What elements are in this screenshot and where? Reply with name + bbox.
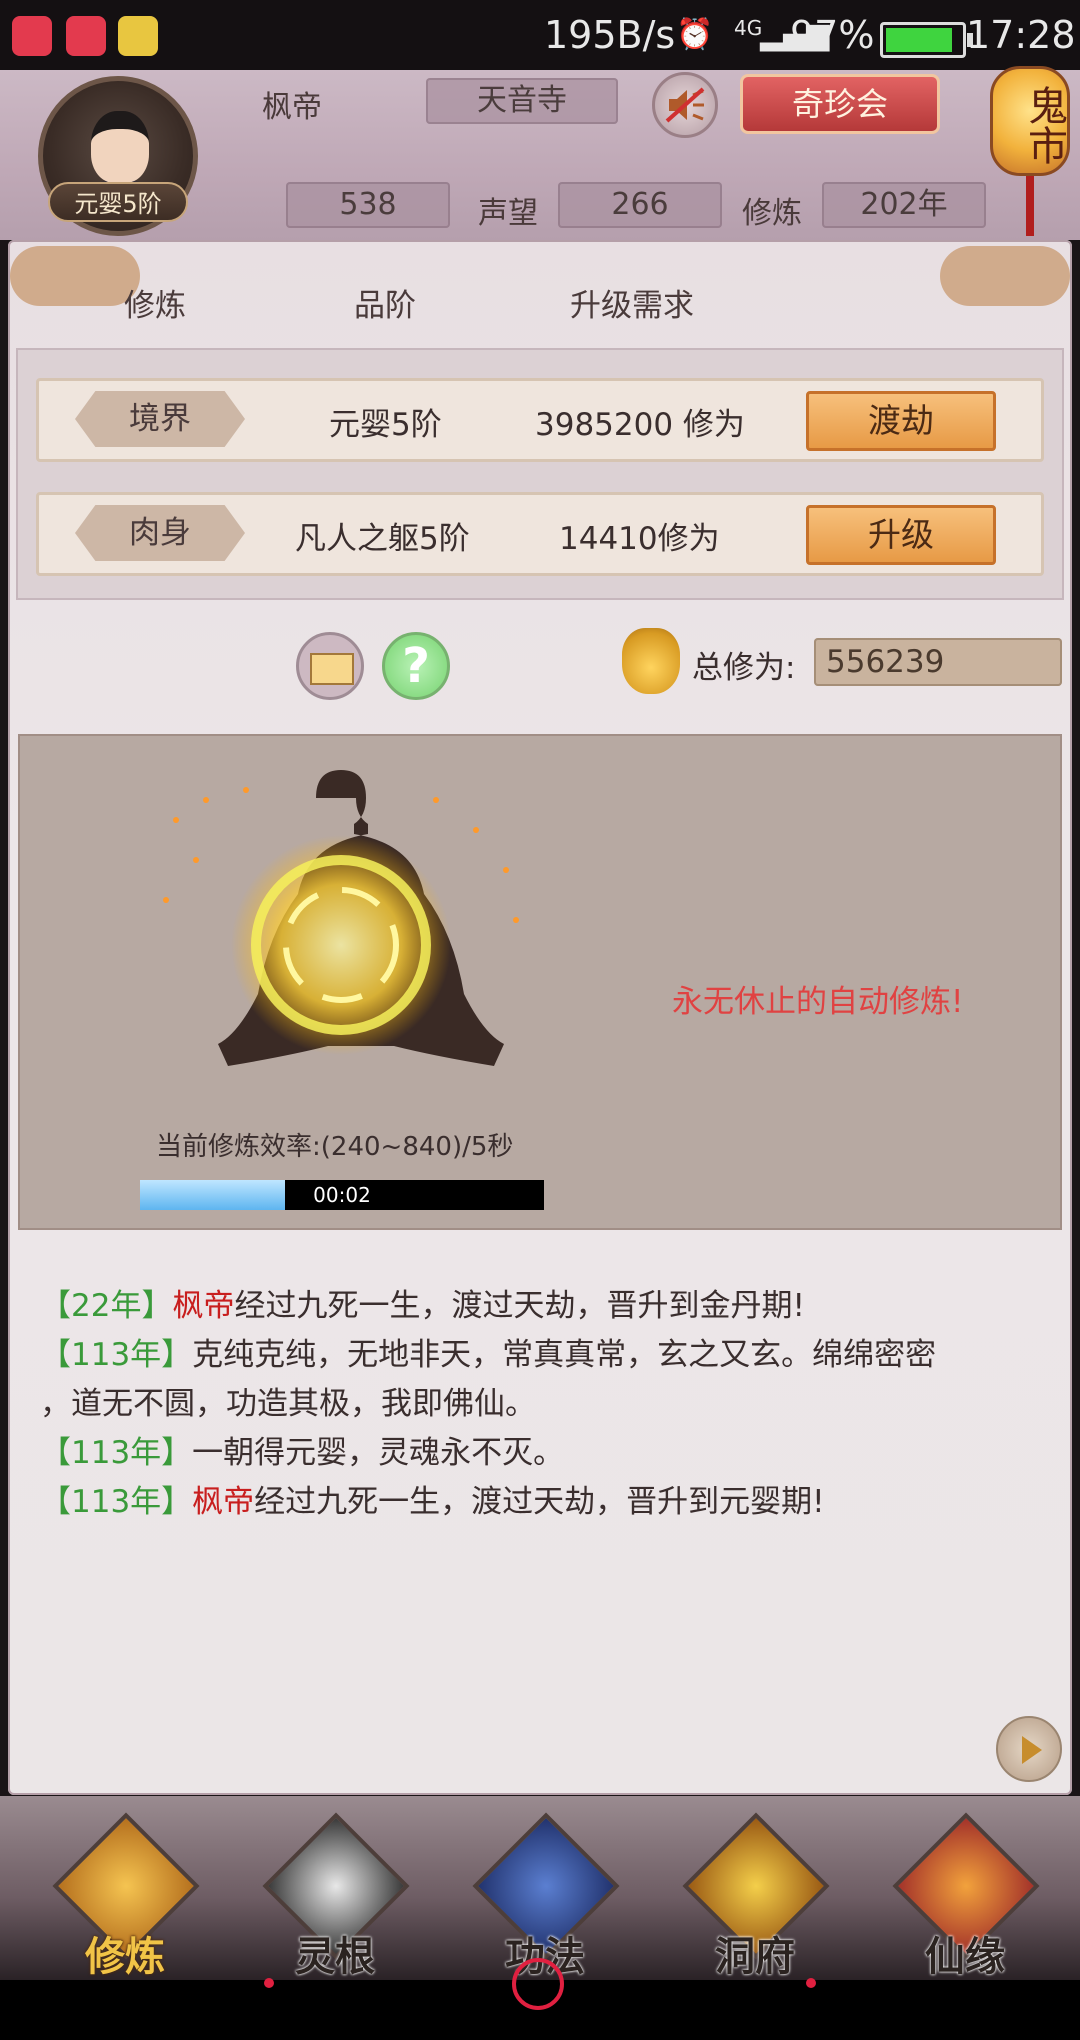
lantern-tassel [1026,176,1034,236]
player-name: 枫帝 [262,90,322,125]
log-line: ，道无不圆，功造其极，我即佛仙。 [40,1380,1040,1429]
cultivation-years: 202年 [822,182,986,228]
row-requirement: 14410修为 [559,521,720,557]
home-button[interactable] [512,1958,564,2010]
row-grade: 凡人之躯5阶 [295,521,470,557]
upgrade-button[interactable]: 升级 [806,505,996,565]
money-bag-icon [622,628,680,694]
tribulation-button[interactable]: 渡劫 [806,391,996,451]
avatar-face [91,111,149,183]
column-header-cultivation: 修炼 [124,288,186,324]
clock: 17:28 [966,13,1076,57]
speaker-muted-icon [665,87,705,123]
log-line: 【113年】一朝得元婴，灵魂永不灭。 [40,1429,1040,1478]
log-player-name: 枫帝 [192,1484,255,1520]
signal-4g-label: 4G [734,16,763,40]
cloud-decoration [10,246,140,306]
row-grade: 元婴5阶 [329,407,442,443]
log-player-name: 枫帝 [172,1288,235,1324]
column-header-grade: 品阶 [354,288,416,324]
nav-label: 仙缘 [925,1934,1005,1980]
cultivation-timer-bar: 00:02 [140,1180,544,1210]
event-log: 【22年】枫帝经过九死一生，渡过天劫，晋升到金丹期! 【113年】克纯克纯，无地非… [40,1282,1040,1527]
nav-label: 灵根 [295,1934,375,1980]
nav-item-cave[interactable]: 洞府 [680,1812,830,1980]
nav-item-fortune[interactable]: 仙缘 [890,1812,1040,1980]
log-text: 经过九死一生，渡过天劫，晋升到元婴期! [254,1484,825,1520]
total-cultivation-value: 556239 [814,638,1062,686]
log-text: ，道无不圆，功造其极，我即佛仙。 [40,1386,536,1422]
log-line: 【22年】枫帝经过九死一生，渡过天劫，晋升到金丹期! [40,1282,1040,1331]
total-cultivation-label: 总修为: [692,650,796,686]
status-bar: 195B/s ⏰ 4G ▂▄▆ 97% 17:28 [0,0,1080,70]
nav-item-technique[interactable]: 功法 [470,1812,620,1980]
nav-item-cultivation[interactable]: 修炼 [50,1812,200,1980]
log-text: 一朝得元婴，灵魂永不灭。 [192,1435,565,1471]
nav-dot [806,1978,816,1988]
timer-text: 00:02 [313,1183,371,1207]
alarm-icon: ⏰ [676,17,714,52]
table-row-body: 肉身 凡人之躯5阶 14410修为 升级 [36,492,1044,576]
reputation-label: 声望 [478,196,538,231]
cultivation-rate: 当前修炼效率:(240~840)/5秒 [156,1132,514,1162]
nav-label: 洞府 [715,1934,795,1980]
envelope-icon [310,653,354,685]
column-header-requirement: 升级需求 [570,288,694,324]
log-year: 【22年】 [40,1288,173,1324]
log-year: 【113年】 [40,1435,193,1471]
log-text: 经过九死一生，渡过天劫，晋升到金丹期! [234,1288,805,1324]
bottom-nav: 修炼 灵根 功法 洞府 仙缘 [0,1796,1080,1980]
ghost-market-lantern[interactable]: 鬼市 [990,66,1070,176]
meditating-figure-image [163,770,519,1066]
nav-dot [264,1978,274,1988]
next-page-button[interactable] [996,1716,1062,1782]
row-tag: 境界 [75,391,245,447]
battery-percent: 97% [790,13,875,57]
auto-cultivation-slogan: 永无休止的自动修炼! [672,984,964,1020]
gem-count: 538 [286,182,450,228]
battery-icon [880,22,973,58]
reputation-value: 266 [558,182,722,228]
log-year: 【113年】 [40,1484,193,1520]
treasure-auction-button[interactable]: 奇珍会 [740,74,940,134]
cultivation-label: 修炼 [742,196,802,231]
net-speed: 195B/s [544,13,676,57]
log-text: 克纯克纯，无地非天，常真真常，玄之又玄。绵绵密密 [192,1337,937,1373]
log-line: 【113年】枫帝经过九死一生，渡过天劫，晋升到元婴期! [40,1478,1040,1527]
row-requirement: 3985200 修为 [535,407,745,443]
app-notification-icon [66,16,106,56]
table-row-realm: 境界 元婴5阶 3985200 修为 渡劫 [36,378,1044,462]
cloud-decoration [940,246,1070,306]
nav-item-spirit-root[interactable]: 灵根 [260,1812,410,1980]
help-button[interactable]: ? [382,632,450,700]
row-tag: 肉身 [75,505,245,561]
mail-button[interactable] [296,632,364,700]
nav-label: 修炼 [85,1934,165,1980]
arrow-right-icon [1022,1736,1042,1764]
rank-badge: 元婴5阶 [48,182,188,222]
app-notification-icon [12,16,52,56]
log-line: 【113年】克纯克纯，无地非天，常真真常，玄之又玄。绵绵密密 [40,1331,1040,1380]
app-notification-icon [118,16,158,56]
log-year: 【113年】 [40,1337,193,1373]
sect-name: 天音寺 [426,78,618,124]
mute-button[interactable] [652,72,718,138]
